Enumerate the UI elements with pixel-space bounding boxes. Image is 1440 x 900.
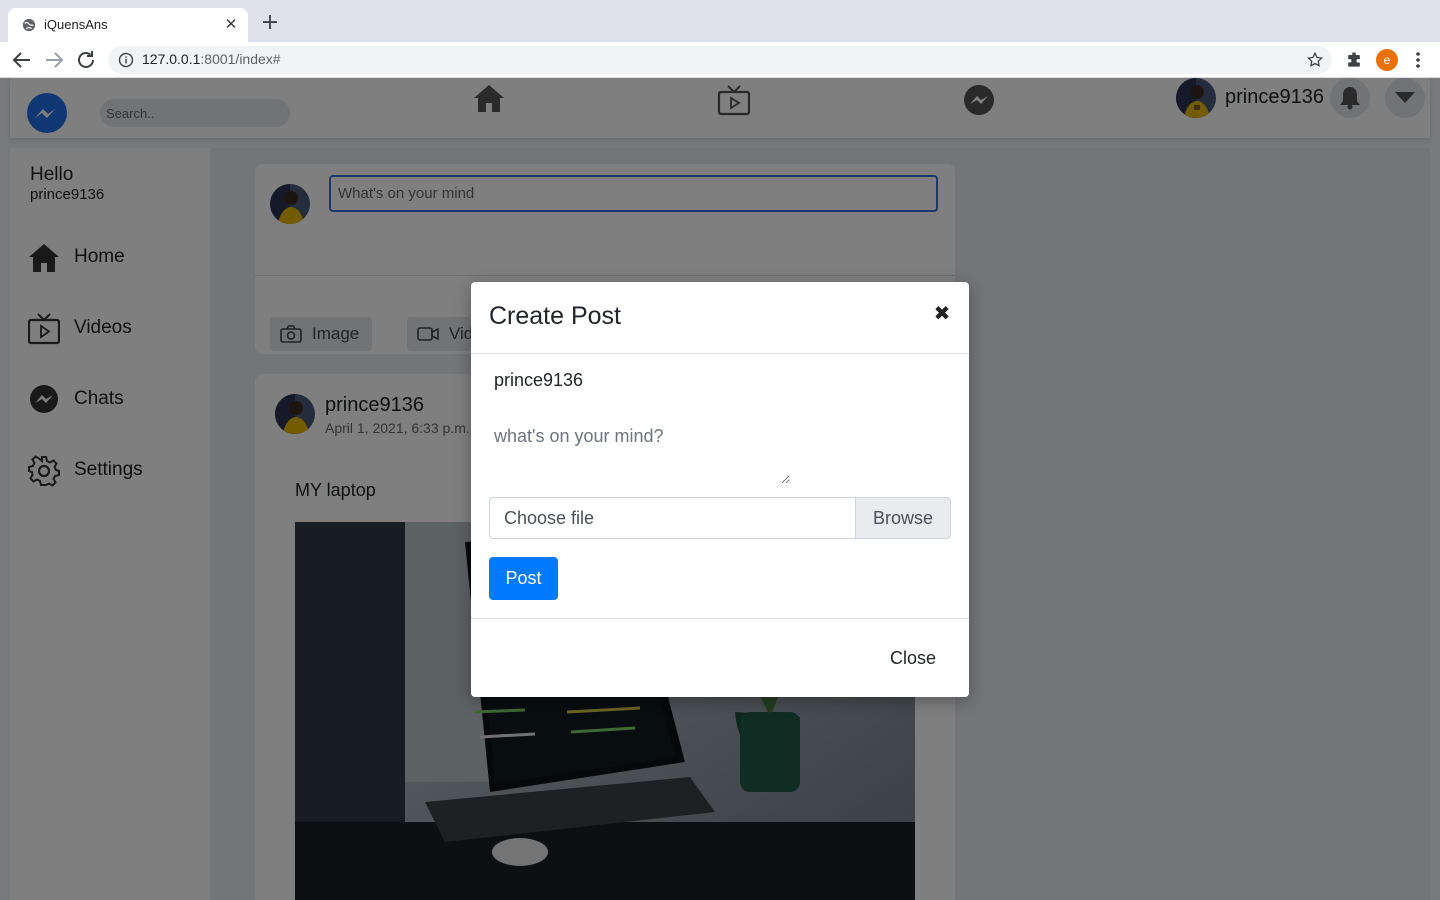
url-text: 127.0.0.1:8001/index# <box>142 51 281 67</box>
tab-close-icon[interactable]: ✕ <box>222 15 240 33</box>
globe-icon <box>22 18 36 32</box>
kebab-menu-icon[interactable] <box>1410 50 1426 70</box>
file-input-label: Choose file <box>504 508 595 528</box>
browse-button[interactable]: Browse <box>855 498 950 538</box>
post-content-textarea[interactable] <box>490 420 790 484</box>
modal-title: Create Post <box>489 302 622 330</box>
extensions-puzzle-icon[interactable] <box>1344 50 1364 70</box>
modal-footer: Close <box>471 618 969 697</box>
modal-username: prince9136 <box>494 370 584 390</box>
back-arrow-icon[interactable] <box>10 48 34 72</box>
tab-title: iQuensAns <box>44 17 108 32</box>
profile-avatar-button[interactable]: e <box>1376 49 1398 71</box>
bookmark-star-icon[interactable] <box>1306 51 1324 69</box>
modal-header: Create Post ✖ <box>471 282 969 354</box>
post-button[interactable]: Post <box>489 557 558 600</box>
file-input[interactable]: Choose file Browse <box>489 497 951 539</box>
reload-icon[interactable] <box>74 48 98 72</box>
url-host: 127.0.0.1 <box>142 51 201 67</box>
create-post-modal: Create Post ✖ prince9136 Choose file Bro… <box>471 282 969 697</box>
browser-tab-strip: iQuensAns ✕ + <box>0 0 1440 42</box>
close-button[interactable]: Close <box>875 645 951 671</box>
close-icon[interactable]: ✖ <box>933 302 951 324</box>
forward-arrow-icon[interactable] <box>42 48 66 72</box>
browser-toolbar: 127.0.0.1:8001/index# e <box>0 42 1440 78</box>
address-bar[interactable]: 127.0.0.1:8001/index# <box>108 46 1332 74</box>
info-icon[interactable] <box>118 52 134 68</box>
browser-tab[interactable]: iQuensAns ✕ <box>8 8 248 42</box>
new-tab-button[interactable]: + <box>258 12 282 36</box>
url-path: :8001/index# <box>200 51 281 67</box>
